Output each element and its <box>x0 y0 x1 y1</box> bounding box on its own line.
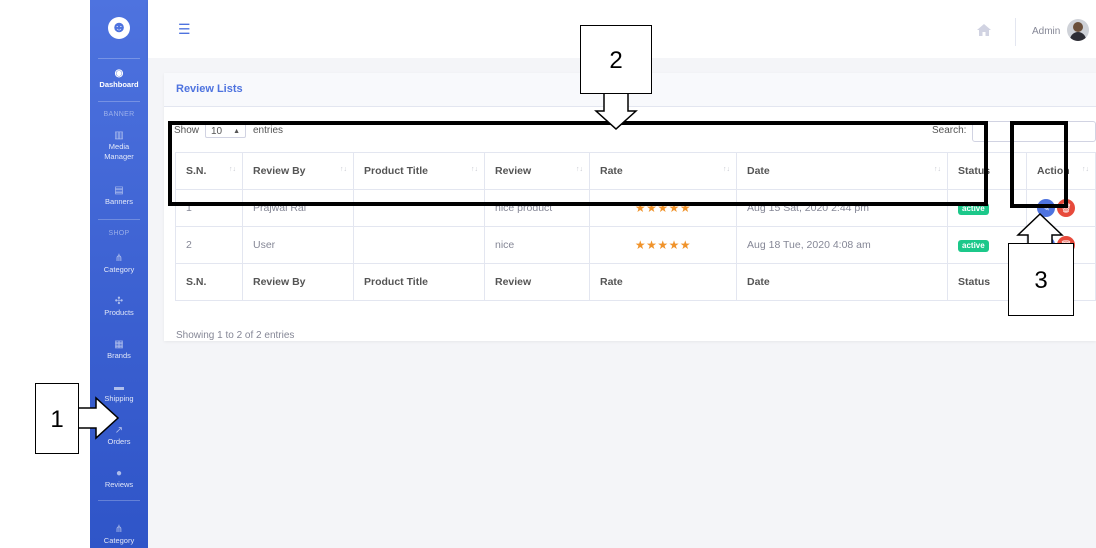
image-icon: ▤ <box>114 185 124 196</box>
callout-1: 1 <box>35 383 79 454</box>
table-icon: ▦ <box>114 339 124 350</box>
cell-rate: ★★★★★ <box>589 226 737 264</box>
sidebar-item-category[interactable]: ⋔ Category <box>90 253 148 275</box>
sidebar-heading-shop: SHOP <box>108 230 130 237</box>
sidebar-item-shipping[interactable]: ▬ Shipping <box>90 382 148 404</box>
sidebar-item-banners[interactable]: ▤ Banners <box>90 185 148 207</box>
dashboard-icon: ◉ <box>114 68 124 79</box>
sidebar-item-dashboard[interactable]: ◉ Dashboard <box>90 68 148 90</box>
cell-sn: 2 <box>175 226 243 264</box>
sidebar-item-brands[interactable]: ▦ Brands <box>90 339 148 361</box>
callout-2: 2 <box>580 25 652 94</box>
table-row: 2 User nice ★★★★★ Aug 18 Tue, 2020 4:08 … <box>175 226 1096 264</box>
pagination-info: Showing 1 to 2 of 2 entries <box>176 330 295 341</box>
col-footer-review-by: Review By <box>242 263 354 301</box>
sitemap-icon: ⋔ <box>114 524 124 535</box>
comments-icon: ● <box>115 468 123 479</box>
home-icon[interactable] <box>977 24 991 36</box>
cubes-icon: ✣ <box>114 296 124 307</box>
sidebar: ☻ ◉ Dashboard BANNER ▥ Media Manager ▤ Bann… <box>90 0 148 548</box>
menu-toggle-icon[interactable]: ☰ <box>178 22 191 36</box>
col-footer-date: Date <box>736 263 948 301</box>
cell-review-by: User <box>242 226 354 264</box>
cell-product <box>353 226 485 264</box>
star-rating: ★★★★★ <box>634 238 692 252</box>
col-footer-rate: Rate <box>589 263 737 301</box>
sidebar-heading-banner: BANNER <box>103 111 135 118</box>
truck-icon: ▬ <box>114 382 124 393</box>
avatar[interactable] <box>1067 19 1089 41</box>
status-badge: active <box>958 239 989 252</box>
col-footer-review: Review <box>484 263 590 301</box>
sidebar-item-reviews[interactable]: ● Reviews <box>90 468 148 490</box>
highlight-box-table-header <box>168 121 988 206</box>
sidebar-item-products[interactable]: ✣ Products <box>90 296 148 318</box>
sidebar-divider <box>98 101 140 102</box>
sidebar-divider <box>98 500 140 501</box>
review-list-card: Review Lists Show 10 ▲ entries Search: S.… <box>164 73 1096 341</box>
sort-icon: ↑↓ <box>1082 166 1089 173</box>
col-footer-product-title: Product Title <box>353 263 485 301</box>
hammer-icon: ↗ <box>114 425 124 436</box>
avatar-head <box>1073 22 1083 32</box>
cell-review: nice <box>484 226 590 264</box>
highlight-box-action <box>1010 121 1068 208</box>
avatar-body <box>1070 32 1086 41</box>
topbar-divider <box>1015 18 1016 46</box>
sidebar-item-orders[interactable]: ↗ Orders <box>90 425 148 447</box>
sidebar-divider <box>98 219 140 220</box>
page-title: Review Lists <box>176 83 243 95</box>
callout-3: 3 <box>1008 243 1074 316</box>
sidebar-divider <box>98 58 140 59</box>
col-footer-sn: S.N. <box>175 263 243 301</box>
sidebar-item-media-manager[interactable]: ▥ Media Manager <box>90 130 148 162</box>
brand-logo[interactable]: ☻ <box>90 8 148 48</box>
media-icon: ▥ <box>114 130 124 141</box>
user-name[interactable]: Admin <box>1032 26 1060 37</box>
sitemap-icon: ⋔ <box>114 253 124 264</box>
cell-date: Aug 18 Tue, 2020 4:08 am <box>736 226 948 264</box>
sidebar-item-category-2[interactable]: ⋔ Category <box>90 524 148 546</box>
smiley-logo-icon: ☻ <box>108 17 130 39</box>
